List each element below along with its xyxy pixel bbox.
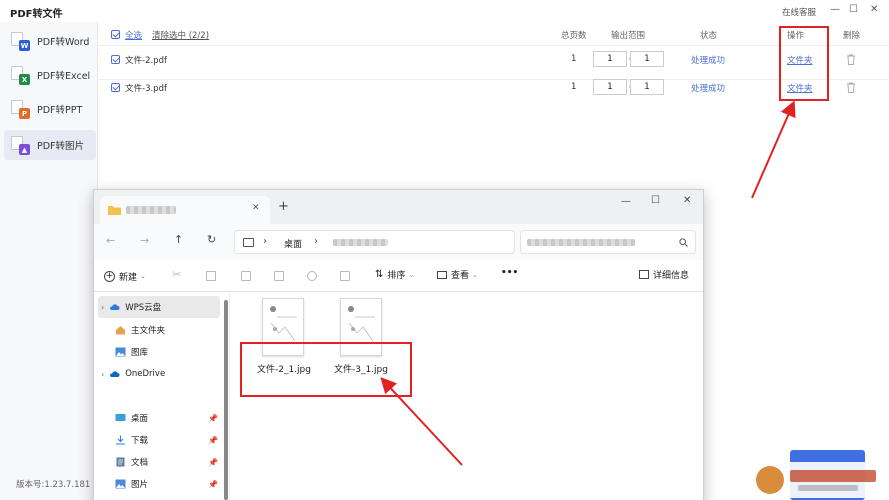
arrow-to-files <box>380 377 463 466</box>
annotation-arrows <box>380 100 796 466</box>
arrow-to-folder <box>751 100 796 199</box>
